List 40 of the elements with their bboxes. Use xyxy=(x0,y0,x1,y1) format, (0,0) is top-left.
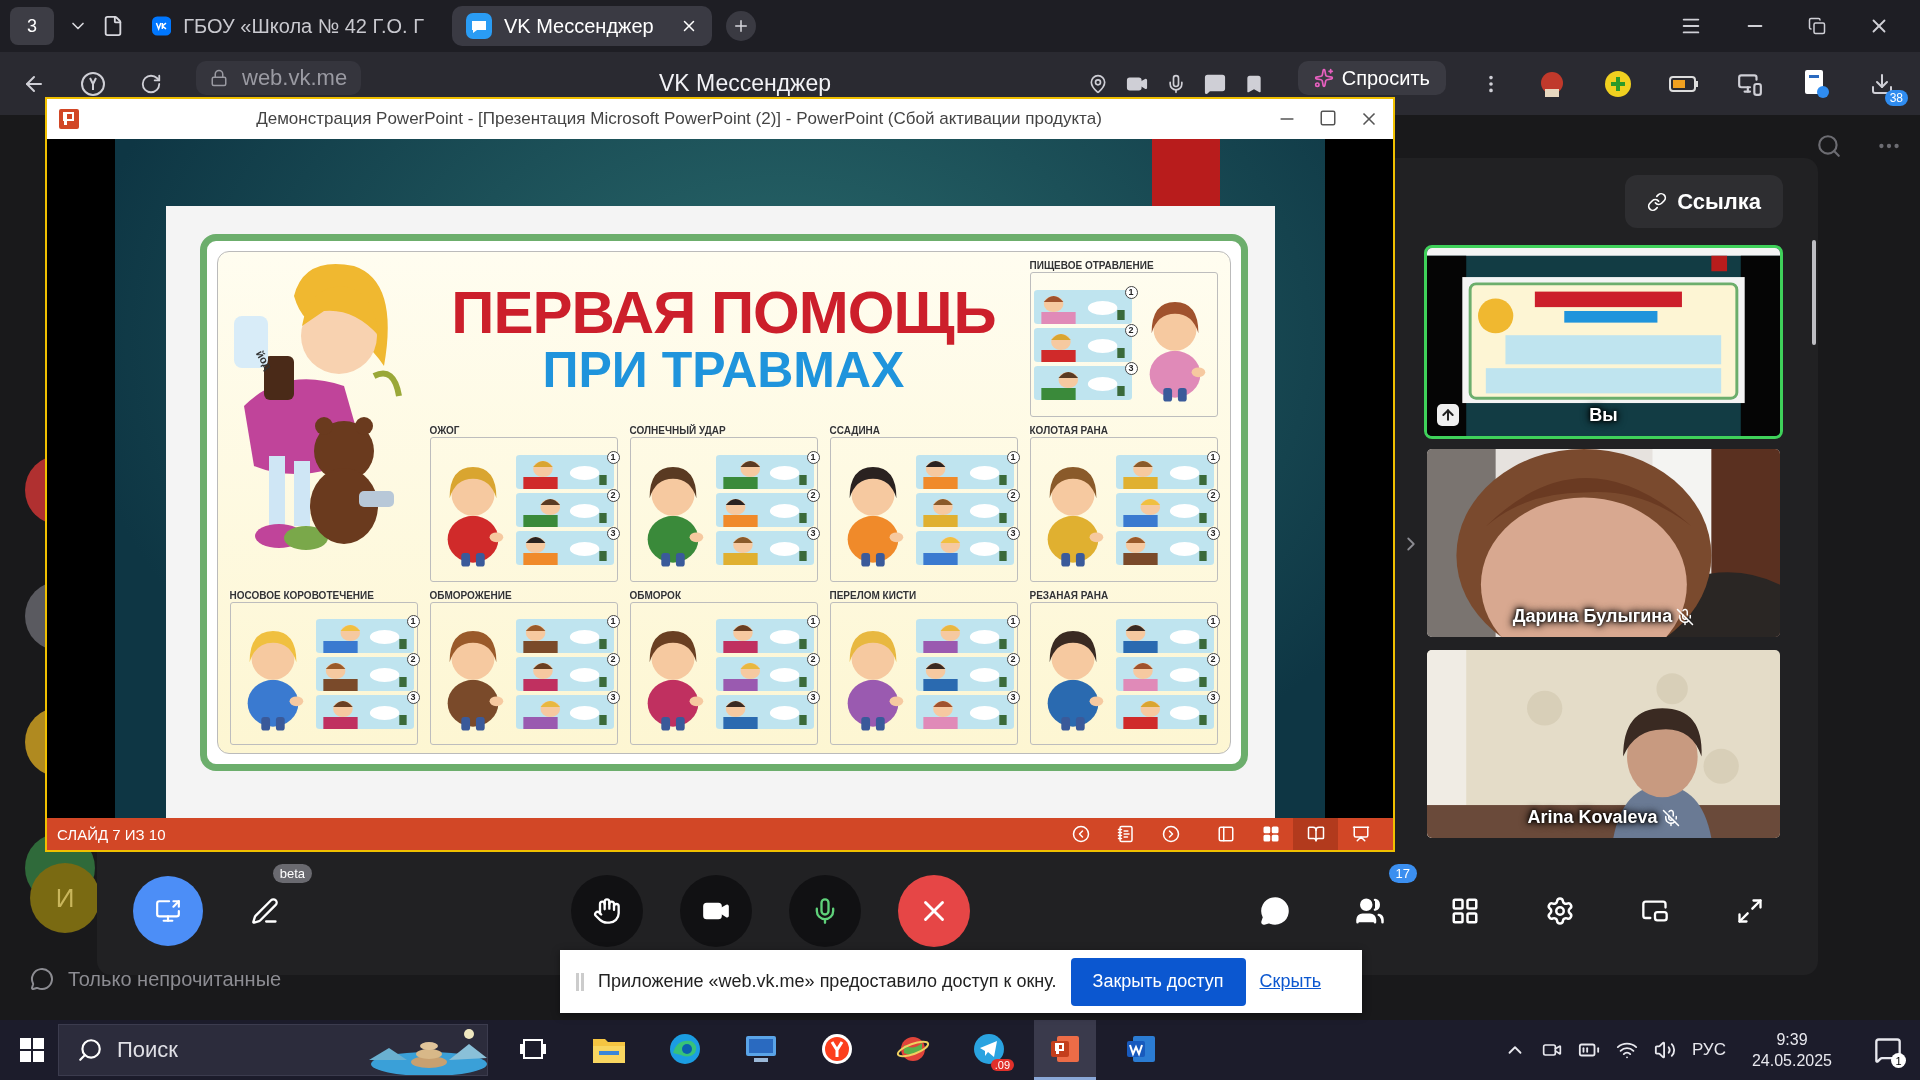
participant-name: Дарина Булыгина xyxy=(1512,606,1673,627)
taskbar-app-button[interactable]: .09 xyxy=(958,1020,1020,1080)
section-label: ОЖОГ xyxy=(429,425,461,436)
section-label: НОСОВОЕ КОРОВОТЕЧЕНИЕ xyxy=(229,590,375,601)
page-title: VK Мессенджер xyxy=(657,70,833,97)
video-tile[interactable]: Arina Kovaleva xyxy=(1424,647,1783,841)
poster-title: ПЕРВАЯ ПОМОЩЬ xyxy=(451,282,996,343)
section-label: ПЕРЕЛОМ КИСТИ xyxy=(829,590,918,601)
participant-name: Вы xyxy=(1589,405,1618,426)
participant-name: Arina Kovaleva xyxy=(1527,807,1658,828)
section-label: ПИЩЕВОЕ ОТРАВЛЕНИЕ xyxy=(1029,260,1155,271)
address-field[interactable]: web.vk.me xyxy=(196,61,362,95)
language-indicator[interactable]: РУС xyxy=(1691,1040,1726,1060)
hide-link[interactable]: Скрыть xyxy=(1259,971,1321,992)
count-badge: .09 xyxy=(990,1059,1014,1071)
video-tile[interactable]: Вы xyxy=(1424,245,1783,439)
filter-label: Только непрочитанные xyxy=(68,967,282,991)
count-badge: 17 xyxy=(1388,863,1417,883)
tab-count-button[interactable]: 3 xyxy=(10,7,54,45)
notifications-button[interactable]: 1 xyxy=(1868,1030,1908,1070)
section-label: РЕЗАНАЯ РАНА xyxy=(1029,590,1110,601)
poster-subtitle: ПРИ ТРАВМАХ xyxy=(542,344,905,395)
section-label: ОБМОРОК xyxy=(629,590,682,601)
stop-sharing-button[interactable]: Закрыть доступ xyxy=(1070,957,1246,1006)
ask-button[interactable]: Спросить xyxy=(1297,61,1446,95)
browser-tab[interactable]: VK Мессенджер xyxy=(452,6,712,46)
section-label: ОБМОРОЖЕНИЕ xyxy=(429,590,513,601)
search-field[interactable]: Поиск xyxy=(58,1024,488,1076)
section-label: ССАДИНА xyxy=(829,425,882,436)
count-badge: 38 xyxy=(1884,89,1908,106)
clock-time[interactable]: 9:39 xyxy=(1776,1030,1808,1049)
window-title: Демонстрация PowerPoint - [Презентация Microsoft PowerPoint (2)] - PowerPoint (Сбой активации продукта) xyxy=(255,109,1103,129)
section-label: КОЛОТАЯ РАНА xyxy=(1029,425,1110,436)
section-label: СОЛНЕЧНЫЙ УДАР xyxy=(629,425,727,436)
slide-counter: СЛАЙД 7 ИЗ 10 xyxy=(57,825,167,843)
count-badge: beta xyxy=(272,863,312,883)
browser-tab[interactable]: ГБОУ «Школа № 42 Г.О. Г xyxy=(138,6,438,46)
notice-text: Приложение «web.vk.me» предоставило доступ к окну. xyxy=(598,971,1057,992)
clock-date[interactable]: 24.05.2025 xyxy=(1751,1051,1832,1070)
link-button[interactable]: Ссылка xyxy=(1625,175,1783,228)
